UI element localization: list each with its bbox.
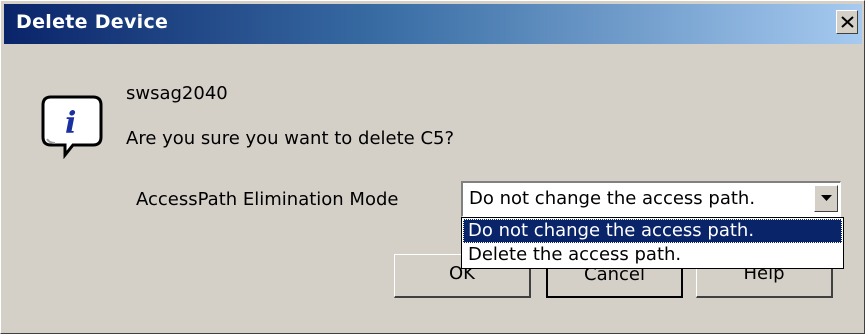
delete-device-dialog: Delete Device i swsag2040 Are you sure y… [0,0,865,334]
svg-text:i: i [65,106,76,141]
mode-option[interactable]: Delete the access path. [463,243,842,267]
selected-mode: Do not change the access path. [469,188,756,209]
info-icon: i [41,93,107,163]
dialog-title: Delete Device [16,11,169,33]
close-icon [841,16,854,28]
dropdown-button[interactable] [814,185,838,212]
elimination-mode-select[interactable]: Do not change the access path. [461,181,841,217]
confirmation-question: Are you sure you want to delete C5? [126,128,455,149]
mode-options-list: Do not change the access path. Delete th… [461,217,844,269]
title-bar[interactable]: Delete Device [4,4,862,44]
device-name: swsag2040 [126,83,228,104]
chevron-down-icon [821,195,832,201]
close-button[interactable] [836,10,858,34]
mode-option[interactable]: Do not change the access path. [463,219,842,243]
elimination-mode-label: AccessPath Elimination Mode [136,189,399,210]
